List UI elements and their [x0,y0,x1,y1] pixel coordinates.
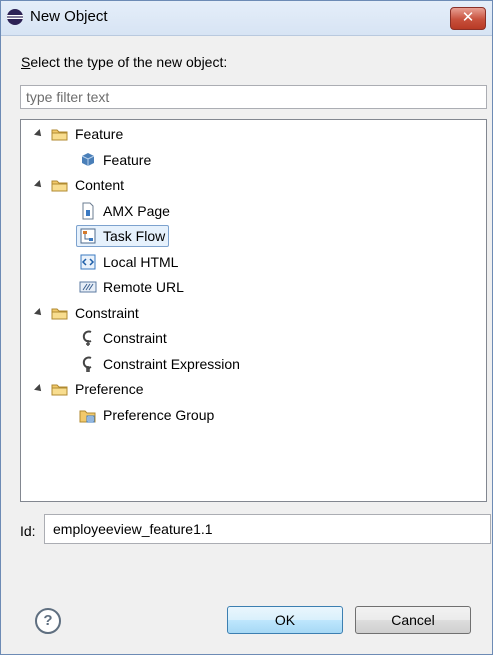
tree-item-constraint-expression[interactable]: Constraint Expression [79,352,240,376]
remote-url-icon [79,281,97,293]
tree-item-label: Remote URL [103,279,184,295]
prompt-label: Select the type of the new object: [21,54,227,70]
constraint-icon [82,330,92,346]
expand-arrow-icon[interactable] [34,129,44,139]
tree-category-label: Content [75,177,125,193]
tree-item-label: Preference Group [103,406,215,423]
prompt-text: elect the type of the new object: [30,54,228,70]
tree-item-constraint[interactable]: Constraint [79,326,167,350]
tree-item-label: Constraint [103,330,167,346]
tree-category-label: Preference [75,381,144,397]
feature-icon [81,152,95,166]
tree-item-task-flow[interactable]: Task Flow [76,224,170,248]
window-title: New Object [30,8,108,25]
tree-category-label: Feature [75,126,124,142]
selection-highlight: Task Flow [76,225,170,247]
folder-icon [51,308,68,319]
id-label: Id: [20,523,36,539]
local-html-icon [80,254,96,269]
tree-category-content[interactable]: Content [34,173,125,197]
tree-category-label: Constraint [75,304,139,321]
constraint-expression-icon [82,356,92,372]
close-button[interactable]: ✕ [450,7,486,30]
task-flow-icon [80,228,96,244]
tree-item-preference-group[interactable]: Preference Group [79,403,214,427]
ok-button[interactable]: OK [227,606,343,634]
preference-group-icon [79,410,96,422]
expand-arrow-icon[interactable] [34,180,44,190]
filter-input[interactable] [20,85,487,109]
tree-item-remote-url[interactable]: Remote URL [79,275,184,299]
folder-icon [51,384,68,396]
tree-item-amx-page[interactable]: AMX Page [79,199,170,223]
prompt-mnemonic: S [21,54,31,70]
tree-item-label: Feature [103,151,152,168]
new-object-dialog: New Object ✕ Select the type of the new … [0,0,493,655]
tree-category-preference[interactable]: Preference [34,377,144,401]
help-icon[interactable]: ? [35,608,61,634]
tree-item-label: AMX Page [103,202,170,219]
cancel-button[interactable]: Cancel [355,606,471,634]
tree-item-label: Task Flow [103,228,166,244]
expand-arrow-icon[interactable] [34,384,44,394]
object-type-tree[interactable]: Feature Feature Content AMX Page Task Flow Lo… [20,119,487,502]
folder-icon [51,180,68,192]
tree-category-feature[interactable]: Feature [34,122,124,146]
expand-arrow-icon[interactable] [34,307,44,318]
tree-item-label: Constraint Expression [103,355,240,372]
eclipse-icon [7,9,23,25]
id-input[interactable] [44,514,491,544]
tree-category-constraint[interactable]: Constraint [34,301,139,325]
tree-item-label: Local HTML [103,253,179,270]
amx-page-icon [82,202,94,219]
tree-item-feature[interactable]: Feature [79,148,151,172]
tree-item-local-html[interactable]: Local HTML [79,250,178,274]
title-bar[interactable]: New Object ✕ [1,1,492,36]
folder-icon [51,129,68,141]
